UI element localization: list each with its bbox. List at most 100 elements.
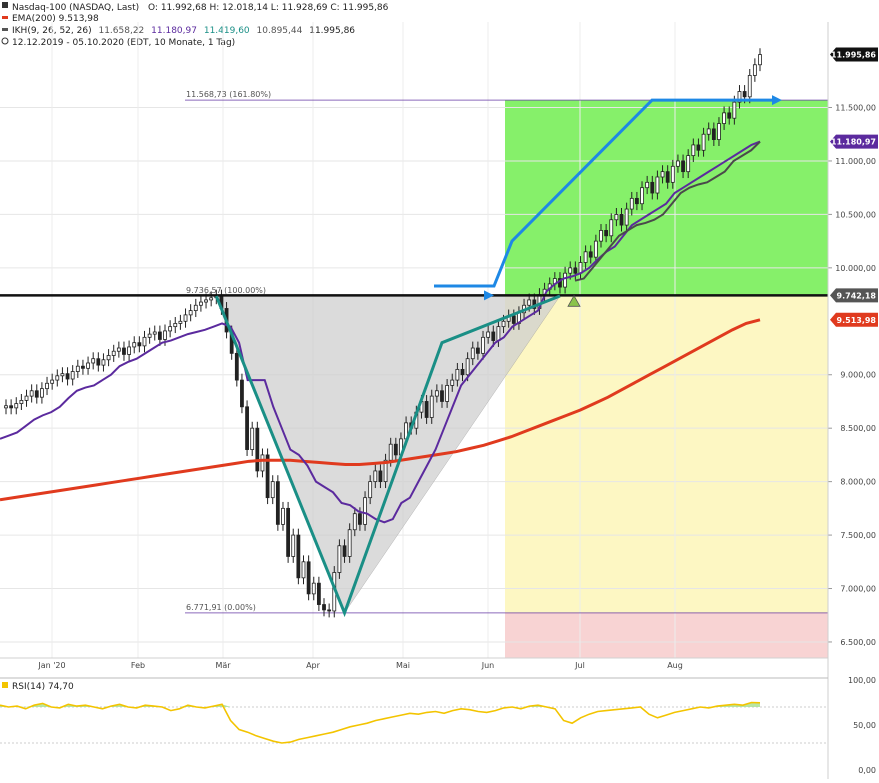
x-tick-label: Jun <box>481 661 495 670</box>
candle <box>634 197 639 205</box>
y-tick-label: 10.500,00 <box>835 210 876 219</box>
rsi-tick-label: 100,00 <box>848 676 876 685</box>
fib-label: 9.736,57 (100.00%) <box>186 286 266 295</box>
candle <box>455 368 460 381</box>
candle <box>127 346 132 355</box>
candle <box>629 197 634 210</box>
candle <box>486 331 491 338</box>
candle <box>681 160 685 173</box>
candle <box>152 331 157 335</box>
candle <box>563 272 567 288</box>
x-tick-label: Jan '20 <box>37 661 65 670</box>
candle <box>19 399 24 405</box>
candle <box>306 561 311 595</box>
x-tick-label: Mär <box>215 661 231 670</box>
candle <box>573 267 578 274</box>
y-tick-label: 7.500,00 <box>840 531 876 540</box>
candle <box>588 251 593 258</box>
candle <box>173 323 178 328</box>
candle <box>424 401 429 418</box>
candle <box>34 390 39 398</box>
candle <box>132 342 137 348</box>
candle <box>527 299 532 306</box>
candle <box>199 301 203 306</box>
candle <box>70 371 75 380</box>
legend-ema: EMA(200) 9.513,98 <box>12 14 99 24</box>
candle <box>368 481 373 499</box>
candle <box>301 561 306 579</box>
y-tick-label: 8.000,00 <box>840 478 876 487</box>
candle <box>758 54 762 66</box>
candle <box>168 326 173 332</box>
candle <box>40 388 44 398</box>
candle <box>568 267 573 274</box>
x-tick-label: Feb <box>131 661 145 670</box>
candle <box>696 144 701 151</box>
candle <box>378 470 383 483</box>
candle <box>511 315 516 324</box>
x-tick-label: Aug <box>667 661 683 670</box>
candle <box>342 545 347 557</box>
candle <box>717 123 721 140</box>
candle <box>604 230 609 237</box>
candle <box>711 128 716 140</box>
candle <box>163 330 167 340</box>
rsi-tick-label: 0,00 <box>858 766 876 775</box>
candle <box>296 534 301 579</box>
candle <box>137 342 142 347</box>
y-tick-label: 6.500,00 <box>840 638 876 647</box>
x-tick-label: Jul <box>574 661 585 670</box>
candle <box>29 390 34 397</box>
candle <box>640 187 644 205</box>
candle <box>122 347 126 355</box>
y-tick-label: 11.500,00 <box>835 104 876 113</box>
rsi-legend-swatch <box>2 682 8 688</box>
candle <box>501 320 506 328</box>
candle <box>593 240 598 258</box>
candle <box>429 395 434 418</box>
yellow-zone <box>505 295 828 613</box>
candle <box>270 481 275 499</box>
candle <box>245 406 249 450</box>
candle <box>752 64 757 76</box>
rsi-tick-label: 50,00 <box>853 721 876 730</box>
candle <box>691 144 696 157</box>
candle <box>327 609 332 612</box>
candle <box>491 331 496 341</box>
candle <box>24 395 29 401</box>
legend-instrument: Nasdaq-100 (NASDAQ, Last) O: 11.992,68 H… <box>12 3 389 13</box>
chart-root: Nasdaq-100 (NASDAQ, Last) O: 11.992,68 H… <box>0 0 879 779</box>
candle <box>255 427 260 472</box>
candle <box>45 382 49 390</box>
candle <box>101 359 106 366</box>
candle <box>50 379 55 384</box>
candle <box>55 375 60 381</box>
legend-ikh: IKH(9, 26, 52, 26) 11.658,22 11.180,97 1… <box>12 26 355 36</box>
y-tick-label: 8.500,00 <box>840 424 876 433</box>
candle <box>706 128 711 135</box>
candle <box>347 529 352 557</box>
nasdaq-chart: Nasdaq-100 (NASDAQ, Last) O: 11.992,68 H… <box>0 0 879 779</box>
candle <box>193 304 198 312</box>
candle <box>445 385 450 402</box>
candle <box>624 208 629 226</box>
candle <box>599 230 603 242</box>
candle <box>311 582 316 595</box>
candle <box>111 350 116 356</box>
x-tick-label: Mai <box>396 661 410 670</box>
candle <box>373 470 378 483</box>
y-tick-label: 11.000,00 <box>835 157 876 166</box>
candle <box>481 336 485 354</box>
candle <box>86 362 90 369</box>
candle <box>614 214 619 221</box>
candle <box>701 133 706 151</box>
candle <box>147 333 152 338</box>
candle <box>352 513 357 531</box>
candle <box>732 101 737 119</box>
candle <box>209 297 214 301</box>
price-label: 9.742,18 <box>837 291 877 300</box>
price-label: 9.513,98 <box>837 316 877 325</box>
candle <box>660 171 665 178</box>
candle <box>440 390 444 402</box>
x-tick-label: Apr <box>306 661 321 670</box>
